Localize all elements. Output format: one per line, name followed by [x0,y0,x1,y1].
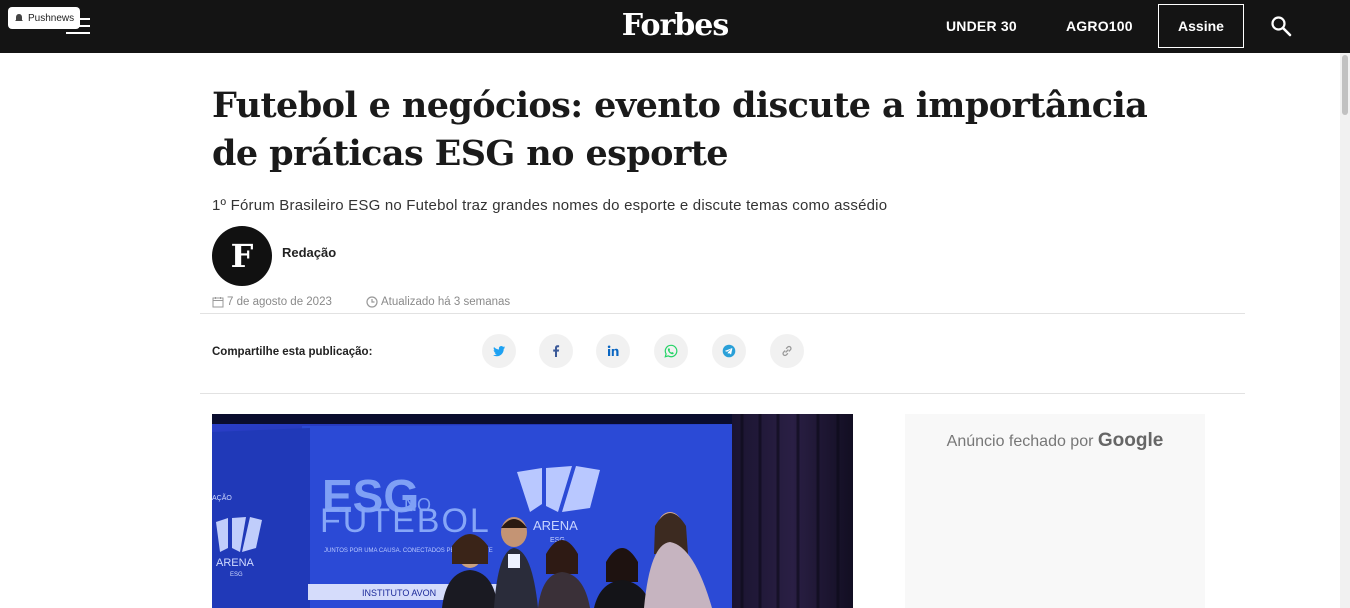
calendar-icon [212,297,224,308]
side-panel-text: AÇÃO [212,493,232,502]
share-linkedin-button[interactable] [596,334,630,368]
share-whatsapp-button[interactable] [654,334,688,368]
article-headline: Futebol e negócios: evento discute a imp… [212,85,1148,174]
share-copy-link-button[interactable] [770,334,804,368]
article-subtitle: 1º Fórum Brasileiro ESG no Futebol traz … [212,197,888,214]
whatsapp-icon [664,344,678,358]
logo-container: Forbes [0,8,1350,43]
updated-time-text: Atualizado há 3 semanas [381,296,511,308]
divider [200,313,1245,314]
publish-date-text: 7 de agosto de 2023 [227,296,332,308]
ad-slot: Anúncio fechado por Google [905,414,1205,608]
divider [200,393,1245,394]
updated-time: Atualizado há 3 semanas [366,296,510,308]
share-label: Compartilhe esta publicação: [212,346,373,358]
side-arena-text: ARENA [216,557,255,569]
ad-closed-notice: Anúncio fechado por Google [905,430,1205,452]
search-icon[interactable] [1270,15,1292,37]
share-twitter-button[interactable] [482,334,516,368]
link-icon [782,345,792,357]
google-logo-text: Google [1097,430,1164,451]
sponsor-text: INSTITUTO AVON [362,588,436,598]
facebook-icon [553,345,560,357]
side-esg-text: ESG [230,572,243,578]
banner-futebol-text: FUTEBOL [320,502,491,540]
twitter-icon [493,346,505,357]
pushnews-label: Pushnews [28,12,75,24]
scrollbar-thumb[interactable] [1342,55,1348,115]
nav-under-30[interactable]: UNDER 30 [946,18,1017,34]
linkedin-icon [607,345,619,356]
share-telegram-button[interactable] [712,334,746,368]
telegram-icon [722,344,736,358]
share-facebook-button[interactable] [539,334,573,368]
ad-closed-text: Anúncio fechado por [946,433,1094,450]
author-avatar[interactable]: F [212,226,272,286]
subscribe-button[interactable]: Assine [1158,4,1244,48]
nav-agro100[interactable]: AGRO100 [1066,18,1133,34]
top-navigation-bar: Pushnews Forbes UNDER 30 AGRO100 Assine [0,0,1350,53]
page-scrollbar[interactable] [1340,53,1350,608]
event-stage-photo: ESG NO FUTEBOL JUNTOS POR UMA CAUSA. CON… [212,414,853,608]
author-name[interactable]: Redação [282,245,336,260]
clock-icon [366,296,378,308]
bell-icon [15,14,23,21]
pushnews-badge[interactable]: Pushnews [8,7,81,29]
arena-logo-text: ARENA [533,518,578,533]
forbes-logo[interactable]: Forbes [622,8,729,43]
article-photo[interactable]: ESG NO FUTEBOL JUNTOS POR UMA CAUSA. CON… [212,414,853,608]
publish-date: 7 de agosto de 2023 [212,296,332,308]
